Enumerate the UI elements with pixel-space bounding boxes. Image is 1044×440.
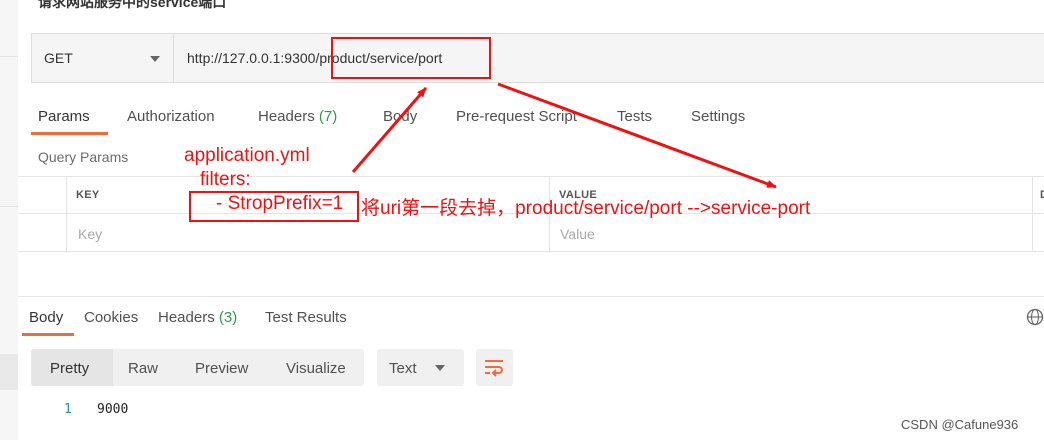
annotation-arrows (351, 82, 777, 189)
arrow-to-result (497, 82, 777, 189)
watermark: CSDN @Cafune936 (901, 417, 1019, 432)
arrow-to-url (351, 87, 428, 173)
